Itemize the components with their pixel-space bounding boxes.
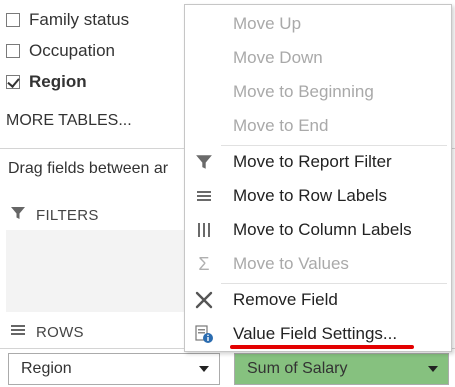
more-tables-link[interactable]: MORE TABLES... xyxy=(6,112,132,130)
field-label: Occupation xyxy=(29,41,115,60)
blank-icon xyxy=(192,80,216,104)
blank-icon xyxy=(192,114,216,138)
field-occupation[interactable]: Occupation xyxy=(6,40,115,62)
values-sum-salary-dropdown[interactable]: Sum of Salary xyxy=(234,353,449,385)
columns-icon xyxy=(192,218,216,242)
dropdown-arrow-icon[interactable] xyxy=(428,366,438,372)
red-highlight-underline xyxy=(230,345,414,349)
sigma-icon: Σ xyxy=(198,253,210,274)
menu-item-remove-field[interactable]: Remove Field xyxy=(185,283,451,317)
filter-icon xyxy=(192,150,216,174)
menu-item-move-to-beginning[interactable]: Move to Beginning xyxy=(185,75,451,109)
checkbox-region[interactable] xyxy=(6,75,20,89)
filter-icon xyxy=(10,205,28,225)
field-label: Region xyxy=(29,72,87,91)
menu-item-label: Remove Field xyxy=(233,290,338,309)
rows-region-dropdown[interactable]: Region xyxy=(8,353,220,385)
dropdown-value: Region xyxy=(21,360,72,377)
blank-icon xyxy=(192,12,216,36)
filters-label: FILTERS xyxy=(36,206,99,224)
menu-item-move-to-report-filter[interactable]: Move to Report Filter xyxy=(185,145,451,179)
menu-item-label: Value Field Settings... xyxy=(233,324,398,343)
menu-item-move-to-end[interactable]: Move to End xyxy=(185,109,451,143)
field-settings-icon xyxy=(192,322,216,346)
drag-instruction: Drag fields between ar xyxy=(8,160,169,177)
field-label: Family status xyxy=(29,10,130,29)
rows-icon xyxy=(192,184,216,208)
dropdown-arrow-icon[interactable] xyxy=(199,366,209,372)
menu-item-label: Move to Values xyxy=(233,254,349,273)
menu-item-label: Move to Row Labels xyxy=(233,186,388,205)
menu-item-label: Move to End xyxy=(233,116,329,135)
menu-item-label: Move Up xyxy=(233,14,302,33)
dropdown-value: Sum of Salary xyxy=(247,360,348,377)
checkbox-occupation[interactable] xyxy=(6,44,20,58)
filters-header: FILTERS xyxy=(10,205,99,225)
checkbox-family-status[interactable] xyxy=(6,13,20,27)
context-menu: Move Up Move Down Move to Beginning Move… xyxy=(184,4,452,352)
rows-header: ROWS xyxy=(10,323,84,341)
menu-item-move-down[interactable]: Move Down xyxy=(185,41,451,75)
x-icon xyxy=(192,288,216,312)
rows-icon xyxy=(10,323,28,341)
rows-label: ROWS xyxy=(36,323,84,341)
field-region[interactable]: Region xyxy=(6,71,87,93)
menu-item-label: Move to Beginning xyxy=(233,82,374,101)
menu-item-move-to-row-labels[interactable]: Move to Row Labels xyxy=(185,179,451,213)
menu-item-move-up[interactable]: Move Up xyxy=(185,7,451,41)
menu-item-move-to-values[interactable]: Σ Move to Values xyxy=(185,247,451,281)
blank-icon xyxy=(192,46,216,70)
menu-item-move-to-column-labels[interactable]: Move to Column Labels xyxy=(185,213,451,247)
menu-item-label: Move Down xyxy=(233,48,323,67)
menu-item-label: Move to Column Labels xyxy=(233,220,412,239)
field-family-status[interactable]: Family status xyxy=(6,9,129,31)
menu-item-label: Move to Report Filter xyxy=(233,152,392,171)
